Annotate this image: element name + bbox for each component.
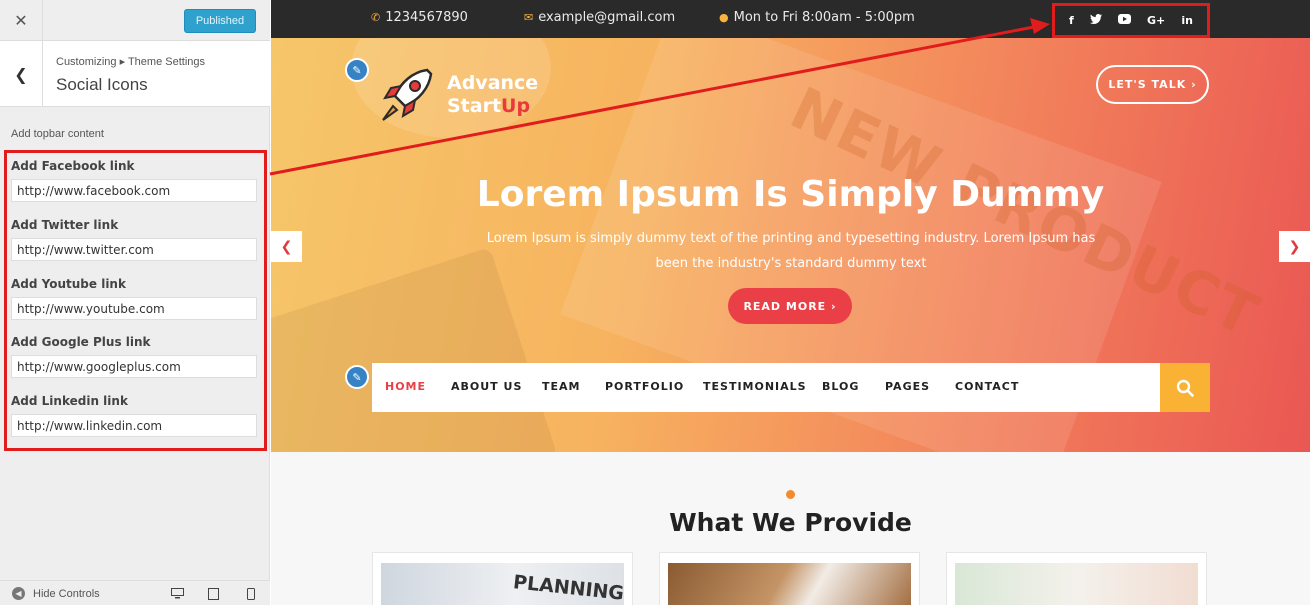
customizer-header: ✕ Published	[0, 0, 270, 41]
logo-line-2-start: Start	[447, 95, 502, 117]
service-card-image	[668, 563, 911, 605]
main-navigation: HOME ABOUT US TEAM PORTFOLIO TESTIMONIAL…	[372, 363, 1210, 412]
youtube-icon[interactable]	[1117, 14, 1131, 27]
nav-about-us[interactable]: ABOUT US	[451, 380, 522, 393]
site-preview: ✆ 1234567890 ✉ example@gmail.com ● Mon t…	[271, 0, 1310, 605]
search-icon	[1176, 379, 1194, 397]
phone-text: 1234567890	[385, 10, 468, 25]
service-card-image: PLANNING	[381, 563, 624, 605]
collapse-icon: ◀	[12, 587, 25, 600]
close-customizer-button[interactable]: ✕	[0, 0, 43, 41]
nav-blog[interactable]: BLOG	[822, 380, 859, 393]
youtube-link-label: Add Youtube link	[11, 277, 126, 291]
breadcrumb: Customizing ▸ Theme Settings	[56, 56, 205, 68]
hide-controls-label: Hide Controls	[33, 587, 100, 600]
facebook-link-input[interactable]	[11, 179, 257, 202]
service-card[interactable]: PLANNING	[372, 552, 633, 605]
twitter-link-label: Add Twitter link	[11, 218, 119, 232]
nav-testimonials[interactable]: TESTIMONIALS	[703, 380, 807, 393]
youtube-link-field: Add Youtube link	[11, 277, 261, 320]
nav-team[interactable]: TEAM	[542, 380, 580, 393]
hero-title: Lorem Ipsum Is Simply Dummy	[476, 174, 1105, 215]
nav-portfolio[interactable]: PORTFOLIO	[605, 380, 684, 393]
slider-prev-button[interactable]: ❮	[271, 231, 302, 262]
lets-talk-button[interactable]: LET'S TALK ›	[1096, 65, 1209, 104]
linkedin-link-label: Add Linkedin link	[11, 394, 128, 408]
linkedin-icon[interactable]: in	[1181, 14, 1193, 27]
customizer-footer: ◀ Hide Controls	[0, 580, 270, 605]
twitter-icon[interactable]	[1089, 14, 1102, 27]
social-links-highlight-box: Add Facebook link Add Twitter link Add Y…	[4, 150, 267, 451]
nav-pages[interactable]: PAGES	[885, 380, 930, 393]
email-text: example@gmail.com	[538, 10, 676, 25]
facebook-link-field: Add Facebook link	[11, 159, 261, 202]
twitter-link-field: Add Twitter link	[11, 218, 261, 261]
nav-contact[interactable]: CONTACT	[955, 380, 1019, 393]
planning-image-text: PLANNING	[512, 571, 624, 605]
facebook-icon[interactable]: f	[1069, 14, 1074, 27]
search-button[interactable]	[1160, 363, 1210, 412]
edit-menu-pencil-icon[interactable]: ✎	[345, 365, 369, 389]
section-title: Social Icons	[56, 75, 148, 94]
chevron-right-icon: ❯	[1288, 238, 1301, 255]
logo-line-2-up: Up	[501, 95, 531, 117]
hero-subtitle: Lorem Ipsum is simply dummy text of the …	[486, 231, 1096, 271]
hero-background-shape	[271, 247, 558, 452]
mobile-preview-icon[interactable]	[244, 587, 258, 600]
topbar-content-note: Add topbar content	[11, 128, 104, 140]
chevron-left-icon: ❮	[280, 238, 293, 255]
logo-line-1: Advance	[447, 72, 539, 94]
back-button[interactable]: ❮	[0, 41, 43, 107]
service-card[interactable]	[946, 552, 1207, 605]
service-card-image	[955, 563, 1198, 605]
logo-line-2: StartUp	[447, 95, 538, 118]
facebook-link-label: Add Facebook link	[11, 159, 135, 173]
clock-icon: ●	[719, 11, 729, 24]
logo-text: Advance StartUp	[447, 72, 538, 118]
rocket-icon	[382, 68, 433, 121]
linkedin-link-input[interactable]	[11, 414, 257, 437]
service-card[interactable]	[659, 552, 920, 605]
read-more-button[interactable]: READ MORE ›	[728, 288, 852, 324]
envelope-icon: ✉	[524, 11, 534, 24]
section-header: ❮ Customizing ▸ Theme Settings Social Ic…	[0, 41, 270, 107]
hours-text: Mon to Fri 8:00am - 5:00pm	[733, 10, 915, 25]
hero-slider: NEW PRODUCT ✎ Advance StartUp LET'S TALK…	[271, 38, 1310, 452]
topbar-hours: ● Mon to Fri 8:00am - 5:00pm	[719, 10, 915, 25]
google-plus-link-input[interactable]	[11, 355, 257, 378]
hide-controls-button[interactable]: ◀ Hide Controls	[12, 587, 100, 600]
chevron-left-icon: ❮	[14, 64, 28, 84]
desktop-preview-icon[interactable]	[170, 587, 184, 600]
google-plus-link-field: Add Google Plus link	[11, 335, 261, 378]
slider-next-button[interactable]: ❯	[1279, 231, 1310, 262]
close-icon: ✕	[14, 11, 28, 30]
site-logo[interactable]: Advance StartUp	[377, 66, 538, 124]
social-icons-highlight-box: f G+ in	[1052, 3, 1210, 38]
google-plus-icon[interactable]: G+	[1147, 14, 1165, 27]
youtube-link-input[interactable]	[11, 297, 257, 320]
twitter-link-input[interactable]	[11, 238, 257, 261]
tablet-preview-icon[interactable]	[206, 587, 220, 600]
customizer-sidebar: ✕ Published ❮ Customizing ▸ Theme Settin…	[0, 0, 270, 605]
edit-logo-pencil-icon[interactable]: ✎	[345, 58, 369, 82]
google-plus-link-label: Add Google Plus link	[11, 335, 151, 349]
nav-home[interactable]: HOME	[385, 380, 426, 393]
published-button[interactable]: Published	[184, 9, 256, 33]
services-section: What We Provide PLANNING	[271, 452, 1310, 605]
topbar-phone: ✆ 1234567890	[371, 10, 468, 25]
phone-icon: ✆	[371, 11, 381, 24]
linkedin-link-field: Add Linkedin link	[11, 394, 261, 437]
section-dot-ornament	[786, 490, 795, 499]
topbar-email: ✉ example@gmail.com	[524, 10, 675, 25]
services-title: What We Provide	[669, 508, 912, 537]
site-topbar: ✆ 1234567890 ✉ example@gmail.com ● Mon t…	[271, 0, 1310, 38]
